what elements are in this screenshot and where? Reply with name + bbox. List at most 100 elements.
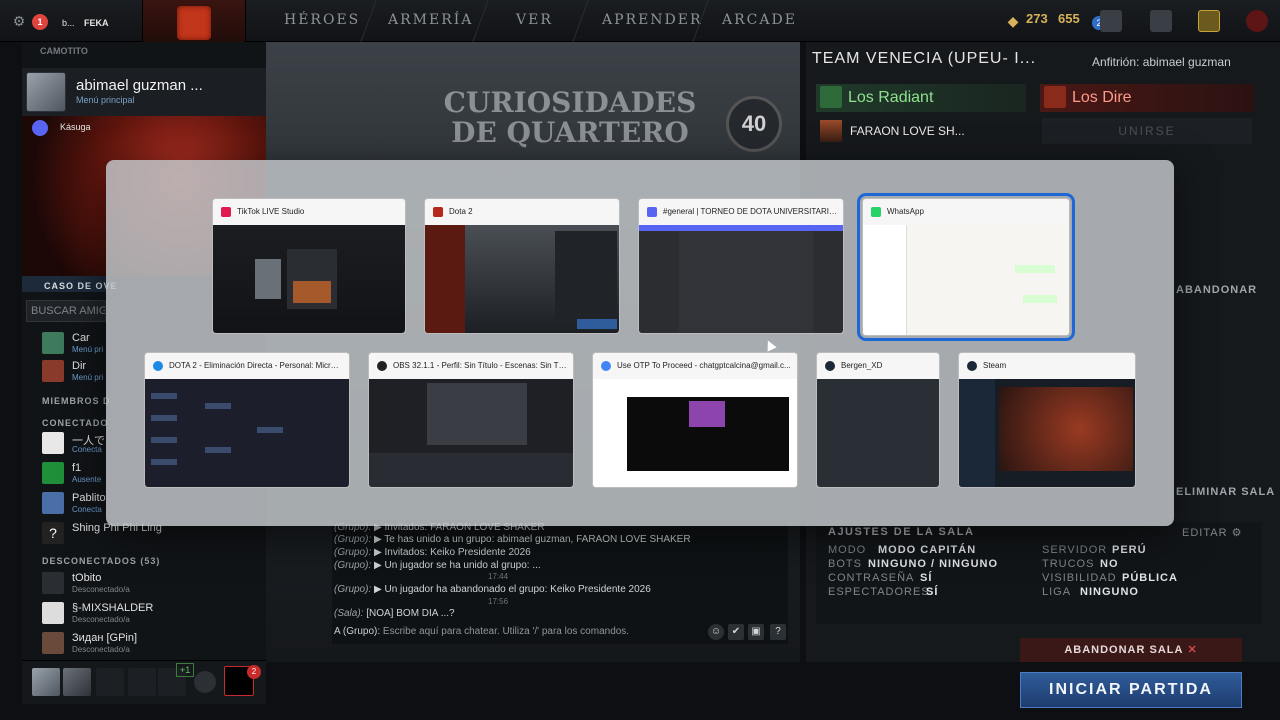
friend-status: Desconectado/a [72,645,130,654]
preview-sidebar [425,225,465,333]
gear-icon: ⚙ [1231,527,1243,539]
edit-label: EDITAR [1182,527,1228,539]
nav-watch[interactable]: VER [516,12,553,28]
window-header: WhatsApp [863,199,1069,225]
chat-tag: (Grupo): [334,534,372,545]
abandon-slot-button[interactable]: ABANDONAR [1176,284,1257,296]
chat-input[interactable]: A (Grupo): Escribe aquí para chatear. Ut… [332,622,722,642]
empty-party-slot[interactable] [128,668,156,696]
list-item[interactable]: tObito Desconectado/a [42,572,152,596]
friend-name: tObito [72,572,102,584]
chrome-icon [601,361,611,371]
banner-title[interactable]: CURIOSIDADES DE QUARTERO [440,88,700,148]
window-thumbnail-dota2[interactable]: Dota 2 [424,198,620,334]
chat-text: ▶ Un jugador ha abandonado el grupo: Kei… [374,584,651,595]
start-match-button[interactable]: INICIAR PARTIDA [1020,672,1242,708]
banner-title-line: DE QUARTERO [451,116,689,149]
dota-logo-button[interactable] [142,0,246,46]
shards-icon: ◆ [1007,13,1019,29]
preview-panel [555,231,617,321]
settings-gear-icon[interactable]: ⚙ [10,12,28,30]
bracket-node [257,427,283,433]
window-title: Bergen_XD [841,361,883,370]
image-icon[interactable]: ▣ [748,624,764,640]
nav-armory[interactable]: ARMERÍA [388,12,473,28]
setting-key: LIGA [1042,586,1072,598]
window-thumbnail-edge[interactable]: DOTA 2 - Eliminación Directa - Personal:… [144,352,350,488]
chat-tag: (Grupo): [334,547,372,558]
preview-channels [639,231,679,333]
window-thumbnail-discord[interactable]: #general | TORNEO DE DOTA UNIVERSITARIA … [638,198,844,334]
bracket-node [205,447,231,453]
nav-heroes[interactable]: HÉROES [284,12,360,28]
list-item[interactable]: §-MIXSHALDER Desconectado/a [42,602,154,626]
dire-label: Los Dire [1072,89,1132,106]
list-item[interactable]: Зидан [GPin] Desconectado/a [42,632,152,656]
avatar [42,492,64,514]
nav-arcade[interactable]: ARCADE [722,12,797,28]
chat-line: (Grupo): ▶ Te has unido a un grupo: abim… [334,534,691,545]
setting-value: NINGUNO [1080,586,1139,598]
lobby-host: Anfitrión: abimael guzman [1092,55,1231,69]
nav-learn[interactable]: APRENDER [602,12,703,28]
avatar[interactable] [63,668,91,696]
section-members[interactable]: MIEMBROS D [42,396,111,406]
friend-name: Зидан [GPin] [72,632,138,644]
leave-room-button[interactable]: ABANDONAR SALA ✕ [1020,638,1242,662]
window-preview [817,379,939,487]
section-disconnected[interactable]: DESCONECTADOS (53) [42,556,160,566]
window-thumbnail-bergen[interactable]: Bergen_XD [816,352,940,488]
friend-status: Desconectado/a [72,585,130,594]
window-header: Dota 2 [425,199,619,225]
join-dire-button[interactable]: UNIRSE [1042,118,1252,144]
settings-title: AJUSTES DE LA SALA [828,526,975,538]
radiant-label: Los Radiant [848,89,934,106]
armor-icon[interactable] [1150,10,1172,32]
window-thumbnail-chrome[interactable]: Use OTP To Proceed - chatgptcalcina@gmai… [592,352,798,488]
empty-party-slot[interactable] [96,668,124,696]
preview-chat-list [863,225,907,335]
window-thumbnail-tiktok[interactable]: TikTok LIVE Studio [212,198,406,334]
radiant-player-slot[interactable]: FARAON LOVE SH... [820,120,1020,142]
chat-line: (Grupo): ▶ Invitados: Keiko Presidente 2… [334,547,531,558]
leave-label: ABANDONAR SALA [1064,644,1184,656]
delete-room-button[interactable]: ELIMINAR SALA [1176,486,1275,498]
window-header: #general | TORNEO DE DOTA UNIVERSITARIA … [639,199,843,225]
emoji-icon[interactable]: ☺ [708,624,724,640]
window-header: Steam [959,353,1135,379]
setting-value: PERÚ [1112,544,1147,556]
mail-icon[interactable] [1100,10,1122,32]
help-icon[interactable]: ? [770,624,786,640]
power-icon[interactable] [1246,10,1268,32]
chat-channel: A (Grupo): [334,626,381,637]
edit-settings-button[interactable]: EDITAR ⚙ [1182,526,1242,539]
preview-scene [427,383,527,445]
window-title: #general | TORNEO DE DOTA UNIVERSITARIA … [663,207,837,216]
window-thumbnail-whatsapp[interactable]: WhatsApp [857,193,1075,341]
section-connected[interactable]: CONECTADO [42,418,108,428]
discord-icon[interactable] [32,120,48,136]
profile-card[interactable]: abimael guzman ... Menú principal [22,68,266,116]
window-header: Bergen_XD [817,353,939,379]
setting-key: SERVIDOR [1042,544,1108,556]
check-icon[interactable]: ✔ [728,624,744,640]
preview-library [959,379,995,487]
window-thumbnail-obs[interactable]: OBS 32.1.1 - Perfil: Sin Título - Escena… [368,352,574,488]
setting-value: SÍ [926,586,939,598]
search-friends-input[interactable]: BUSCAR AMIGO [26,300,106,322]
party-badge: 2 [247,665,261,679]
discord-icon [647,207,657,217]
friend-status: Menú pri [72,345,104,354]
avatar [26,72,66,112]
plus-subscription-icon[interactable] [1198,10,1220,32]
window-header: OBS 32.1.1 - Perfil: Sin Título - Escena… [369,353,573,379]
avatar[interactable] [32,668,60,696]
chat-line: (Grupo): ▶ Un jugador ha abandonado el g… [334,584,651,595]
window-thumbnail-steam[interactable]: Steam [958,352,1136,488]
episode-badge: 40 [726,96,782,152]
party-plus-badge: +1 [176,663,195,677]
headset-icon[interactable] [194,671,216,693]
discord-notification-badge[interactable]: 1 [32,14,48,30]
friend-name: §-MIXSHALDER [72,602,154,614]
setting-key: VISIBILIDAD [1042,572,1117,584]
